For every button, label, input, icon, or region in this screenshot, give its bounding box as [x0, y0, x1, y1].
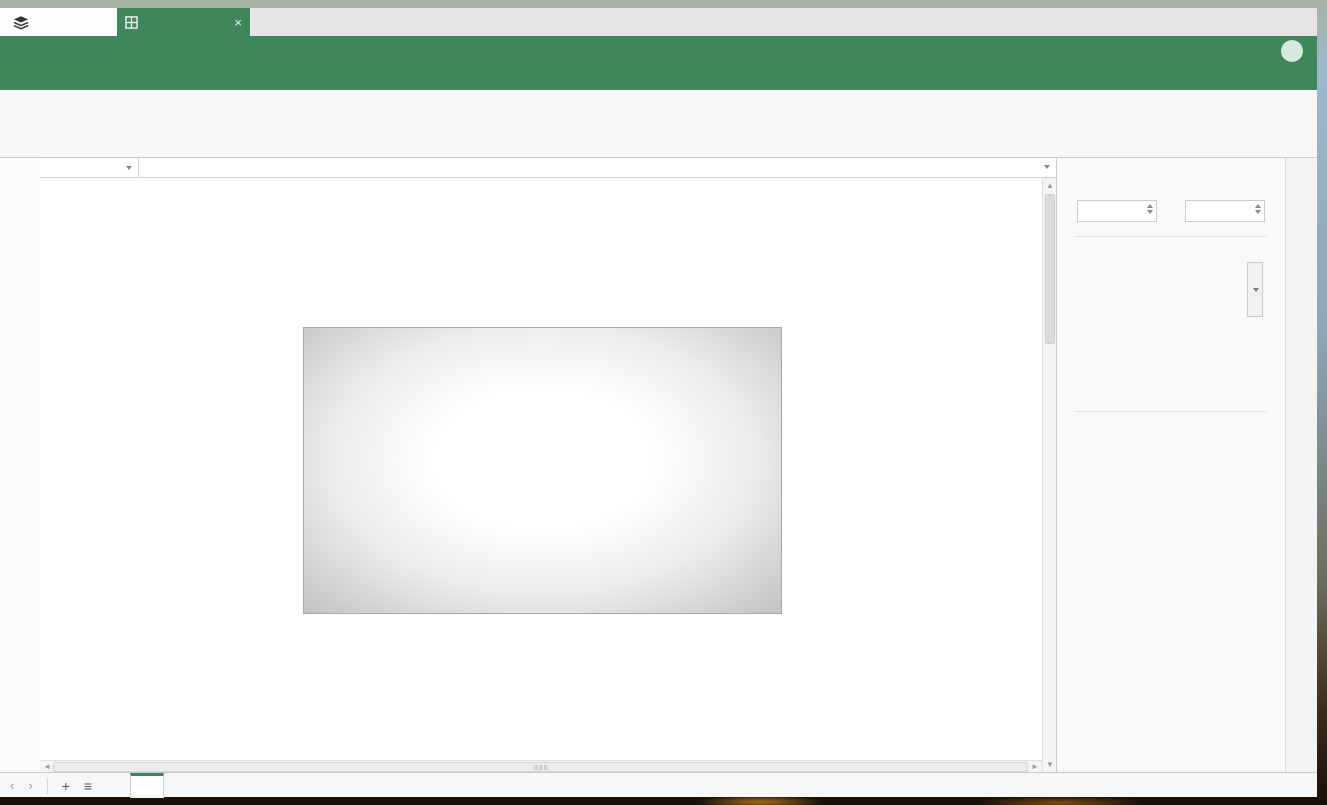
quick-access-toolbar [0, 36, 12, 62]
ribbon-insert [0, 90, 1317, 158]
right-toolbar [1285, 158, 1317, 772]
header-right-icons [1251, 66, 1309, 86]
scroll-down-icon[interactable]: ▼ [1043, 759, 1057, 771]
formula-bar [0, 158, 1056, 178]
name-box-chevron-icon[interactable] [126, 166, 132, 170]
status-bar: ‹ › + ≡ [0, 772, 1317, 798]
sheet-tab-sheet1[interactable] [130, 773, 164, 798]
app-header [0, 36, 1317, 90]
maximize-button[interactable] [1253, 8, 1283, 36]
onlyoffice-window: × ▲ ▼ ◄ ► ‹ › + ≡ [0, 8, 1317, 798]
search-icon[interactable] [1289, 66, 1309, 86]
divider [1075, 411, 1267, 412]
height-spinner[interactable] [1255, 204, 1261, 214]
avatar[interactable] [1281, 40, 1303, 62]
horizontal-scrollbar[interactable]: ◄ ► [40, 760, 1042, 772]
vertical-scrollbar[interactable]: ▲ ▼ [1042, 178, 1056, 772]
statistics [1213, 773, 1277, 798]
minimize-button[interactable] [1223, 8, 1253, 36]
left-toolbar [0, 158, 40, 772]
titlebar: × [0, 8, 1317, 36]
sheet-next-icon[interactable]: › [28, 778, 32, 793]
height-input[interactable] [1185, 200, 1265, 222]
name-box[interactable] [40, 158, 139, 178]
vertical-scroll-thumb[interactable] [1045, 194, 1055, 344]
collapse-formula-bar-icon[interactable] [1044, 165, 1050, 169]
sheet-list-icon[interactable]: ≡ [84, 778, 92, 794]
spreadsheet-icon [125, 15, 138, 29]
width-input[interactable] [1077, 200, 1157, 222]
add-sheet-icon[interactable]: + [62, 778, 70, 794]
desktop: × ▲ ▼ ◄ ► ‹ › + ≡ [0, 0, 1327, 805]
open-file-location-icon[interactable] [1251, 66, 1271, 86]
sheet-navigation: ‹ › + ≡ [10, 773, 92, 798]
close-button[interactable] [1283, 8, 1313, 36]
divider [1075, 236, 1267, 237]
divider [46, 777, 48, 794]
sheet-prev-icon[interactable]: ‹ [10, 778, 14, 793]
style-gallery-expand-icon[interactable] [1247, 262, 1263, 317]
tab-close-icon[interactable]: × [234, 15, 242, 30]
scroll-grip [533, 765, 548, 770]
onlyoffice-logo-icon [13, 16, 29, 30]
window-controls [1223, 8, 1313, 36]
chart-settings-panel [1056, 158, 1285, 772]
horizontal-scroll-thumb[interactable] [53, 762, 1028, 772]
chart-object[interactable] [303, 327, 782, 614]
document-tab[interactable]: × [117, 8, 250, 36]
width-spinner[interactable] [1147, 204, 1153, 214]
scroll-up-icon[interactable]: ▲ [1043, 180, 1057, 192]
app-logo[interactable] [0, 8, 117, 36]
constrain-proportions-icon[interactable] [1161, 203, 1179, 221]
